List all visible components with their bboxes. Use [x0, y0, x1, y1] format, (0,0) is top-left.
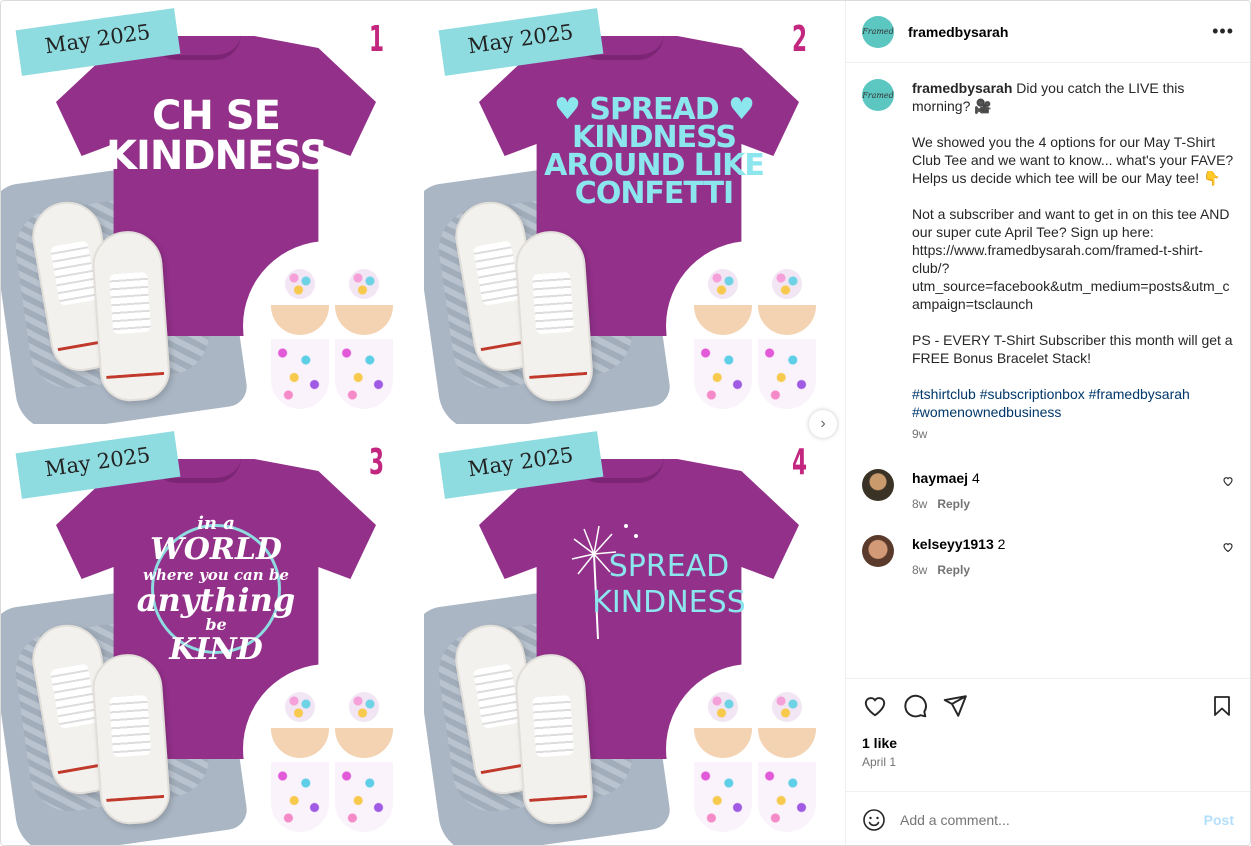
comment-input[interactable]	[900, 811, 1204, 828]
send-icon	[943, 695, 967, 717]
post-caption: Framed framedbysarah Did you catch the L…	[862, 79, 1234, 443]
earrings-image	[666, 664, 836, 834]
caption-username[interactable]: framedbysarah	[912, 80, 1012, 96]
shirt-option-1: May 2025 1 CH SE KINDNESS	[1, 1, 423, 424]
emoji-icon[interactable]	[862, 808, 886, 832]
shirt-design-text: SPREAD KINDNESS	[592, 549, 746, 620]
reply-button[interactable]: Reply	[937, 497, 970, 511]
comment-time: 8w	[912, 497, 928, 511]
earrings-image	[243, 241, 413, 411]
option-number: 3	[368, 442, 384, 483]
comment-text: 4	[971, 470, 980, 486]
like-comment-icon[interactable]	[1222, 541, 1234, 553]
save-button[interactable]	[1210, 694, 1234, 718]
post-media[interactable]: May 2025 1 CH SE KINDNESS May 2025 2 ♥ S…	[1, 1, 845, 845]
shirt-option-2: May 2025 2 ♥ SPREAD ♥ KINDNESS AROUND LI…	[424, 1, 845, 424]
add-comment-bar: Post	[846, 791, 1250, 845]
post-dialog: May 2025 1 CH SE KINDNESS May 2025 2 ♥ S…	[0, 0, 1251, 846]
chevron-right-icon: ›	[820, 415, 826, 432]
sneaker-image	[513, 228, 595, 404]
caption-time: 9w	[912, 427, 928, 441]
shirt-design-text: ♥ SPREAD ♥ KINDNESS AROUND LIKE CONFETTI	[544, 92, 765, 211]
avatar[interactable]	[862, 535, 894, 567]
comment-icon	[904, 694, 927, 718]
like-button[interactable]	[862, 693, 888, 719]
comment-button[interactable]	[902, 693, 928, 719]
comment-username[interactable]: haymaej	[912, 470, 968, 486]
comment-text: 2	[997, 536, 1006, 552]
caption-text: Did you catch the LIVE this morning? 🎥 W…	[912, 80, 1234, 366]
option-number: 2	[791, 19, 807, 60]
avatar[interactable]: Framed	[862, 79, 894, 111]
sneaker-image	[90, 228, 172, 404]
option-number: 1	[368, 19, 384, 60]
post-date: April 1	[862, 755, 897, 769]
reply-button[interactable]: Reply	[937, 563, 970, 577]
sneaker-image	[513, 651, 595, 827]
heart-icon	[864, 697, 886, 717]
shirt-option-4: May 2025 4 SPREAD KINDNESS	[424, 424, 845, 845]
post-header: Framed framedbysarah •••	[846, 1, 1250, 63]
comment-item: haymaej 4 8w Reply	[862, 469, 1234, 513]
shirt-design-text: in a WORLD where you can be anything be …	[136, 513, 296, 667]
comment-time: 8w	[912, 563, 928, 577]
hashtags[interactable]: #tshirtclub #subscriptionbox #framedbysa…	[912, 386, 1194, 420]
earrings-image	[666, 241, 836, 411]
like-count[interactable]: 1 like	[862, 735, 1234, 751]
bookmark-icon	[1214, 696, 1230, 716]
like-comment-icon[interactable]	[1222, 475, 1234, 487]
earrings-image	[243, 664, 413, 834]
avatar[interactable]	[862, 469, 894, 501]
comment-item: kelseyy1913 2 8w Reply	[862, 535, 1234, 579]
post-actions: 1 like April 1	[846, 678, 1250, 777]
post-sidebar: Framed framedbysarah ••• Framed framedby…	[845, 1, 1250, 845]
avatar[interactable]: Framed	[862, 15, 894, 48]
username-link[interactable]: framedbysarah	[908, 24, 1212, 40]
option-number: 4	[791, 442, 807, 483]
shirt-design-text: CH SE KINDNESS	[106, 93, 328, 179]
share-button[interactable]	[942, 693, 968, 719]
more-options-icon[interactable]: •••	[1212, 21, 1234, 42]
next-image-button[interactable]: ›	[809, 410, 837, 438]
comments-list[interactable]: Framed framedbysarah Did you catch the L…	[846, 63, 1250, 678]
post-comment-button[interactable]: Post	[1204, 812, 1234, 828]
sneaker-image	[90, 651, 172, 827]
comment-username[interactable]: kelseyy1913	[912, 536, 994, 552]
shirt-option-3: May 2025 3 in a WORLD where you can be a…	[1, 424, 423, 845]
